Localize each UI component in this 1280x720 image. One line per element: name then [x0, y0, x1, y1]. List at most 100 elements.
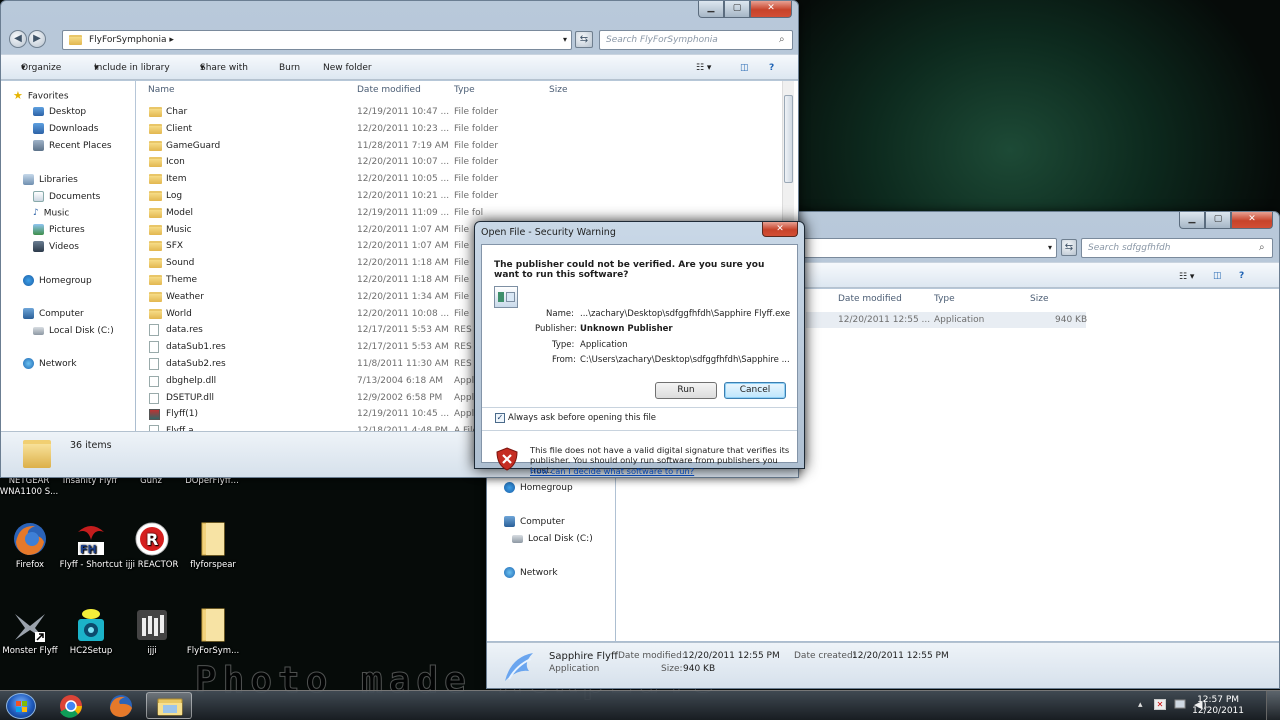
- desktop-icon-label: Monster Flyff: [2, 646, 58, 656]
- cancel-button[interactable]: Cancel: [724, 382, 786, 399]
- search-input[interactable]: Search FlyForSymphonia: [599, 30, 793, 50]
- folder-icon: [149, 241, 162, 252]
- refresh-icon[interactable]: ⇆: [575, 31, 593, 48]
- nav-local-disk[interactable]: Local Disk (C:): [33, 325, 114, 337]
- nav-downloads[interactable]: Downloads: [33, 123, 98, 135]
- address-bar[interactable]: FlyForSymphonia ▸ ▾: [62, 30, 572, 50]
- chevron-right-icon[interactable]: ▸: [169, 35, 174, 45]
- nav-network[interactable]: Network: [23, 358, 77, 370]
- nav-local-disk[interactable]: Local Disk (C:): [512, 533, 593, 545]
- include-in-library-button[interactable]: Include in library ▾: [94, 55, 170, 81]
- file-date: 12/20/2011 10:08 ...: [357, 308, 450, 319]
- share-with-button[interactable]: Share with ▾: [200, 55, 248, 81]
- desktop-icon-flyforsym[interactable]: FlyForSym...: [180, 606, 246, 657]
- help-icon[interactable]: ?: [1239, 263, 1244, 289]
- close-button[interactable]: ✕: [762, 222, 798, 237]
- preview-pane-icon[interactable]: ◫: [1213, 263, 1222, 289]
- desktop-icon-ijji-reactor[interactable]: R ijji REACTOR: [119, 520, 185, 571]
- nav-computer[interactable]: Computer: [504, 516, 565, 528]
- security-warning-dialog[interactable]: Open File - Security Warning ✕ The publi…: [474, 221, 805, 476]
- search-input[interactable]: Search sdfggfhfdh: [1081, 238, 1273, 258]
- organize-label: Organize: [21, 63, 62, 73]
- nav-homegroup[interactable]: Homegroup: [504, 482, 573, 494]
- show-desktop-button[interactable]: [1266, 691, 1280, 720]
- file-size: 940 KB: [1055, 315, 1088, 325]
- organize-button[interactable]: Organize ▾: [21, 55, 61, 81]
- desktop-icon-flyff-shortcut[interactable]: FH Flyff - Shortcut: [58, 520, 124, 571]
- file-name: Char: [166, 107, 188, 117]
- close-button[interactable]: ✕: [1231, 212, 1273, 229]
- nav-favorites[interactable]: ★ Favorites: [13, 90, 69, 103]
- desktop-icon-flyforspear[interactable]: flyforspear: [180, 520, 246, 571]
- start-button[interactable]: [6, 693, 36, 719]
- always-ask-label[interactable]: Always ask before opening this file: [508, 413, 656, 423]
- table-row[interactable]: Icon 12/20/2011 10:07 ... File folder: [146, 154, 776, 170]
- desktop-icon-firefox[interactable]: Firefox: [0, 520, 63, 571]
- always-ask-checkbox[interactable]: ✓: [495, 413, 505, 423]
- scrollbar-thumb[interactable]: [784, 95, 793, 183]
- nav-music[interactable]: ♪ Music: [33, 207, 69, 220]
- taskbar-firefox[interactable]: [98, 692, 144, 719]
- back-icon[interactable]: ◀: [9, 30, 27, 48]
- help-icon[interactable]: ?: [769, 55, 774, 81]
- dropdown-icon[interactable]: ▾: [563, 31, 567, 49]
- taskbar-explorer[interactable]: [146, 692, 192, 719]
- minimize-button[interactable]: ▁: [698, 1, 724, 18]
- nav-pictures[interactable]: Pictures: [33, 224, 85, 236]
- show-hidden-icons[interactable]: ▴: [1138, 700, 1143, 710]
- refresh-icon[interactable]: ⇆: [1061, 239, 1077, 256]
- preview-pane-icon[interactable]: ◫: [740, 55, 749, 81]
- table-row[interactable]: GameGuard 11/28/2011 7:19 AM File folder: [146, 138, 776, 154]
- nav-network[interactable]: Network: [504, 567, 558, 579]
- column-header-size[interactable]: Size: [1030, 294, 1048, 304]
- table-row[interactable]: Client 12/20/2011 10:23 ... File folder: [146, 121, 776, 137]
- minimize-button[interactable]: ▁: [1179, 212, 1205, 229]
- action-center-icon[interactable]: ✕: [1154, 699, 1166, 710]
- clock[interactable]: 12:57 PM 12/20/2011: [1192, 695, 1244, 717]
- burn-button[interactable]: Burn: [279, 55, 300, 81]
- maximize-button[interactable]: ▢: [724, 1, 750, 18]
- type-value: Application: [580, 340, 628, 350]
- file-type: File: [454, 241, 470, 252]
- nav-computer[interactable]: Computer: [23, 308, 84, 320]
- forward-icon[interactable]: ▶: [28, 30, 46, 48]
- taskbar-chrome[interactable]: [48, 692, 94, 719]
- network-status-icon[interactable]: [1174, 697, 1186, 711]
- nav-homegroup[interactable]: Homegroup: [23, 275, 92, 287]
- dropdown-icon[interactable]: ▾: [1048, 239, 1052, 257]
- new-folder-button[interactable]: New folder: [323, 55, 372, 81]
- nav-documents[interactable]: Documents: [33, 191, 100, 203]
- nav-videos[interactable]: Videos: [33, 241, 79, 253]
- help-link[interactable]: How can I decide what software to run?: [530, 466, 694, 476]
- file-date: 12/20/2011 1:34 AM: [357, 291, 449, 302]
- column-header-date[interactable]: Date modified: [838, 294, 902, 304]
- column-header-date[interactable]: Date modified: [357, 85, 421, 95]
- file-name: Theme: [166, 275, 198, 285]
- view-icon[interactable]: ☷ ▾: [1179, 264, 1194, 290]
- desktop-icon-ijji[interactable]: ijji: [119, 606, 185, 657]
- nav-desktop[interactable]: Desktop: [33, 106, 86, 118]
- nav-libraries[interactable]: Libraries: [23, 174, 78, 186]
- column-header-type[interactable]: Type: [934, 294, 955, 304]
- file-date: 12/19/2011 10:47 ...: [357, 107, 450, 117]
- close-button[interactable]: ✕: [750, 1, 792, 18]
- table-row[interactable]: Model 12/19/2011 11:09 ... File fol: [146, 205, 776, 221]
- desktop-icon-hc2setup[interactable]: HC2Setup: [58, 606, 124, 657]
- column-header-type[interactable]: Type: [454, 85, 475, 95]
- column-header-name[interactable]: Name: [148, 85, 175, 95]
- table-row[interactable]: Item 12/20/2011 10:05 ... File folder: [146, 171, 776, 187]
- run-button[interactable]: Run: [655, 382, 717, 399]
- column-header-size[interactable]: Size: [549, 85, 567, 95]
- table-row[interactable]: Char 12/19/2011 10:47 ... File folder: [146, 104, 776, 120]
- nav-recent-places[interactable]: Recent Places: [33, 140, 112, 152]
- table-row[interactable]: Log 12/20/2011 10:21 ... File folder: [146, 188, 776, 204]
- view-icon[interactable]: ☷ ▾: [696, 55, 711, 81]
- breadcrumb[interactable]: FlyForSymphonia: [89, 35, 167, 45]
- app-icon: [501, 649, 537, 688]
- divider: [482, 430, 797, 431]
- table-row[interactable]: 12/20/2011 12:55 ... Application 940 KB: [806, 312, 1088, 328]
- nav-buttons: ◀ ▶: [9, 30, 46, 48]
- desktop-icon-netgear[interactable]: NETGEAR WNA1100 S...: [0, 476, 62, 498]
- desktop-icon-monster-flyff[interactable]: Monster Flyff: [0, 606, 63, 657]
- maximize-button[interactable]: ▢: [1205, 212, 1231, 229]
